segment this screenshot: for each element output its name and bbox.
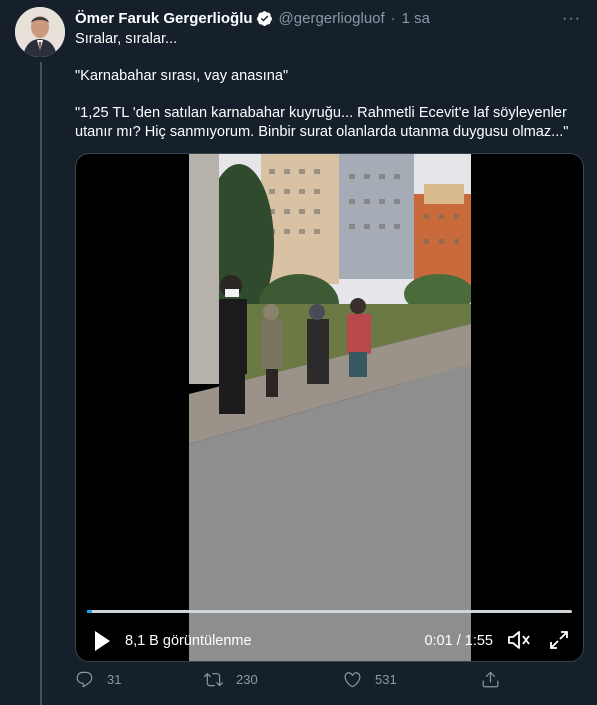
author-handle[interactable]: @gergerliogluof xyxy=(279,10,385,27)
share-button[interactable] xyxy=(481,670,500,689)
view-count: 8,1 B görüntülenme xyxy=(125,633,252,649)
like-count: 531 xyxy=(375,672,397,687)
video-time: 0:01 / 1:55 xyxy=(424,633,493,649)
volume-icon[interactable] xyxy=(507,629,531,655)
fullscreen-icon[interactable] xyxy=(549,630,569,654)
video-progress-bar[interactable] xyxy=(87,610,572,613)
retweet-button[interactable]: 230 xyxy=(204,670,258,689)
retweet-icon xyxy=(204,673,223,687)
video-frame xyxy=(189,154,471,661)
video-player[interactable]: 8,1 B görüntülenme 0:01 / 1:55 xyxy=(75,153,584,662)
avatar[interactable] xyxy=(15,7,65,57)
reply-count: 31 xyxy=(107,672,122,687)
separator-dot: · xyxy=(390,9,396,27)
heart-icon xyxy=(344,672,361,688)
tweet-paragraph: Sıralar, sıralar... xyxy=(75,31,178,47)
tweet-header: Ömer Faruk Gergerlioğlu @gergerliogluof … xyxy=(75,8,430,28)
video-progress-fill xyxy=(87,610,92,613)
thread-line xyxy=(40,62,42,705)
author-name[interactable]: Ömer Faruk Gergerlioğlu xyxy=(75,10,253,27)
more-options-icon[interactable]: ··· xyxy=(562,10,581,28)
tweet-actions: 31 230 531 xyxy=(75,670,505,694)
tweet-timestamp[interactable]: 1 sa xyxy=(402,10,430,27)
like-button[interactable]: 531 xyxy=(343,670,397,689)
tweet-paragraph: "Karnabahar sırası, vay anasına" xyxy=(75,68,289,84)
retweet-count: 230 xyxy=(236,672,258,687)
reply-icon xyxy=(76,671,93,688)
share-icon xyxy=(482,671,499,688)
play-icon[interactable] xyxy=(93,630,111,656)
tweet-paragraph: "1,25 TL 'den satılan karnabahar kuyruğu… xyxy=(75,105,569,140)
reply-button[interactable]: 31 xyxy=(75,670,121,689)
video-controls: 8,1 B görüntülenme 0:01 / 1:55 xyxy=(76,626,583,656)
verified-badge-icon xyxy=(256,10,273,27)
